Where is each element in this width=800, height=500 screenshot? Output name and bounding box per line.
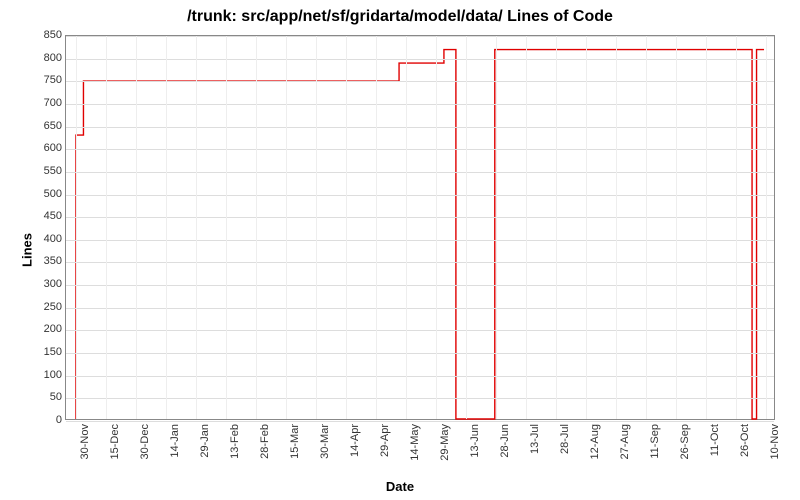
- grid-line: [66, 330, 774, 331]
- grid-line: [66, 59, 774, 60]
- grid-line: [196, 36, 197, 419]
- x-tick-label: 15-Mar: [289, 424, 301, 459]
- grid-line: [66, 398, 774, 399]
- x-tick-label: 30-Nov: [79, 424, 91, 459]
- grid-line: [466, 36, 467, 419]
- grid-line: [66, 195, 774, 196]
- data-line: [76, 50, 764, 419]
- grid-line: [526, 36, 527, 419]
- y-tick-label: 0: [30, 414, 62, 426]
- x-tick-label: 28-Feb: [259, 424, 271, 459]
- grid-line: [66, 104, 774, 105]
- y-tick-label: 200: [30, 323, 62, 335]
- grid-line: [106, 36, 107, 419]
- y-tick-label: 750: [30, 74, 62, 86]
- grid-line: [706, 36, 707, 419]
- grid-line: [346, 36, 347, 419]
- y-tick-label: 150: [30, 346, 62, 358]
- grid-line: [736, 36, 737, 419]
- grid-line: [226, 36, 227, 419]
- x-tick-label: 15-Dec: [109, 424, 121, 459]
- x-tick-label: 10-Nov: [769, 424, 781, 459]
- grid-line: [646, 36, 647, 419]
- x-axis-label: Date: [0, 479, 800, 494]
- y-tick-label: 400: [30, 233, 62, 245]
- x-tick-label: 14-Apr: [349, 424, 361, 457]
- grid-line: [136, 36, 137, 419]
- grid-line: [66, 262, 774, 263]
- x-tick-label: 26-Oct: [739, 424, 751, 457]
- y-tick-label: 450: [30, 210, 62, 222]
- grid-line: [66, 353, 774, 354]
- y-tick-label: 500: [30, 188, 62, 200]
- grid-line: [166, 36, 167, 419]
- grid-line: [556, 36, 557, 419]
- x-tick-label: 29-Apr: [379, 424, 391, 457]
- x-tick-label: 13-Feb: [229, 424, 241, 459]
- line-series: [66, 36, 774, 419]
- y-tick-label: 550: [30, 165, 62, 177]
- x-tick-label: 11-Sep: [649, 424, 661, 459]
- grid-line: [766, 36, 767, 419]
- x-tick-label: 29-Jan: [199, 424, 211, 458]
- grid-line: [66, 149, 774, 150]
- x-tick-label: 14-Jan: [169, 424, 181, 458]
- x-tick-label: 27-Aug: [619, 424, 631, 459]
- grid-line: [66, 285, 774, 286]
- y-tick-label: 650: [30, 120, 62, 132]
- x-tick-label: 30-Mar: [319, 424, 331, 459]
- grid-line: [66, 127, 774, 128]
- chart-title: /trunk: src/app/net/sf/gridarta/model/da…: [0, 8, 800, 26]
- y-tick-label: 850: [30, 29, 62, 41]
- grid-line: [76, 36, 77, 419]
- grid-line: [66, 172, 774, 173]
- x-tick-label: 26-Sep: [679, 424, 691, 459]
- grid-line: [316, 36, 317, 419]
- x-tick-label: 13-Jul: [529, 424, 541, 454]
- grid-line: [256, 36, 257, 419]
- grid-line: [376, 36, 377, 419]
- plot-area: [65, 35, 775, 420]
- grid-line: [66, 240, 774, 241]
- grid-line: [286, 36, 287, 419]
- y-tick-label: 100: [30, 369, 62, 381]
- chart-container: /trunk: src/app/net/sf/gridarta/model/da…: [0, 0, 800, 500]
- x-tick-label: 11-Oct: [709, 424, 721, 456]
- y-tick-label: 250: [30, 301, 62, 313]
- grid-line: [66, 308, 774, 309]
- y-tick-label: 800: [30, 52, 62, 64]
- y-tick-label: 600: [30, 142, 62, 154]
- grid-line: [66, 217, 774, 218]
- x-tick-label: 28-Jul: [559, 424, 571, 454]
- x-tick-label: 14-May: [409, 424, 421, 461]
- grid-line: [66, 421, 774, 422]
- grid-line: [66, 81, 774, 82]
- grid-line: [406, 36, 407, 419]
- x-tick-label: 12-Aug: [589, 424, 601, 459]
- y-tick-label: 300: [30, 278, 62, 290]
- grid-line: [436, 36, 437, 419]
- y-tick-label: 700: [30, 97, 62, 109]
- grid-line: [66, 36, 774, 37]
- y-tick-label: 50: [30, 391, 62, 403]
- grid-line: [676, 36, 677, 419]
- grid-line: [616, 36, 617, 419]
- y-tick-label: 350: [30, 255, 62, 267]
- x-tick-label: 28-Jun: [499, 424, 511, 458]
- grid-line: [496, 36, 497, 419]
- grid-line: [586, 36, 587, 419]
- x-tick-label: 13-Jun: [469, 424, 481, 458]
- x-tick-label: 30-Dec: [139, 424, 151, 459]
- x-tick-label: 29-May: [439, 424, 451, 461]
- grid-line: [66, 376, 774, 377]
